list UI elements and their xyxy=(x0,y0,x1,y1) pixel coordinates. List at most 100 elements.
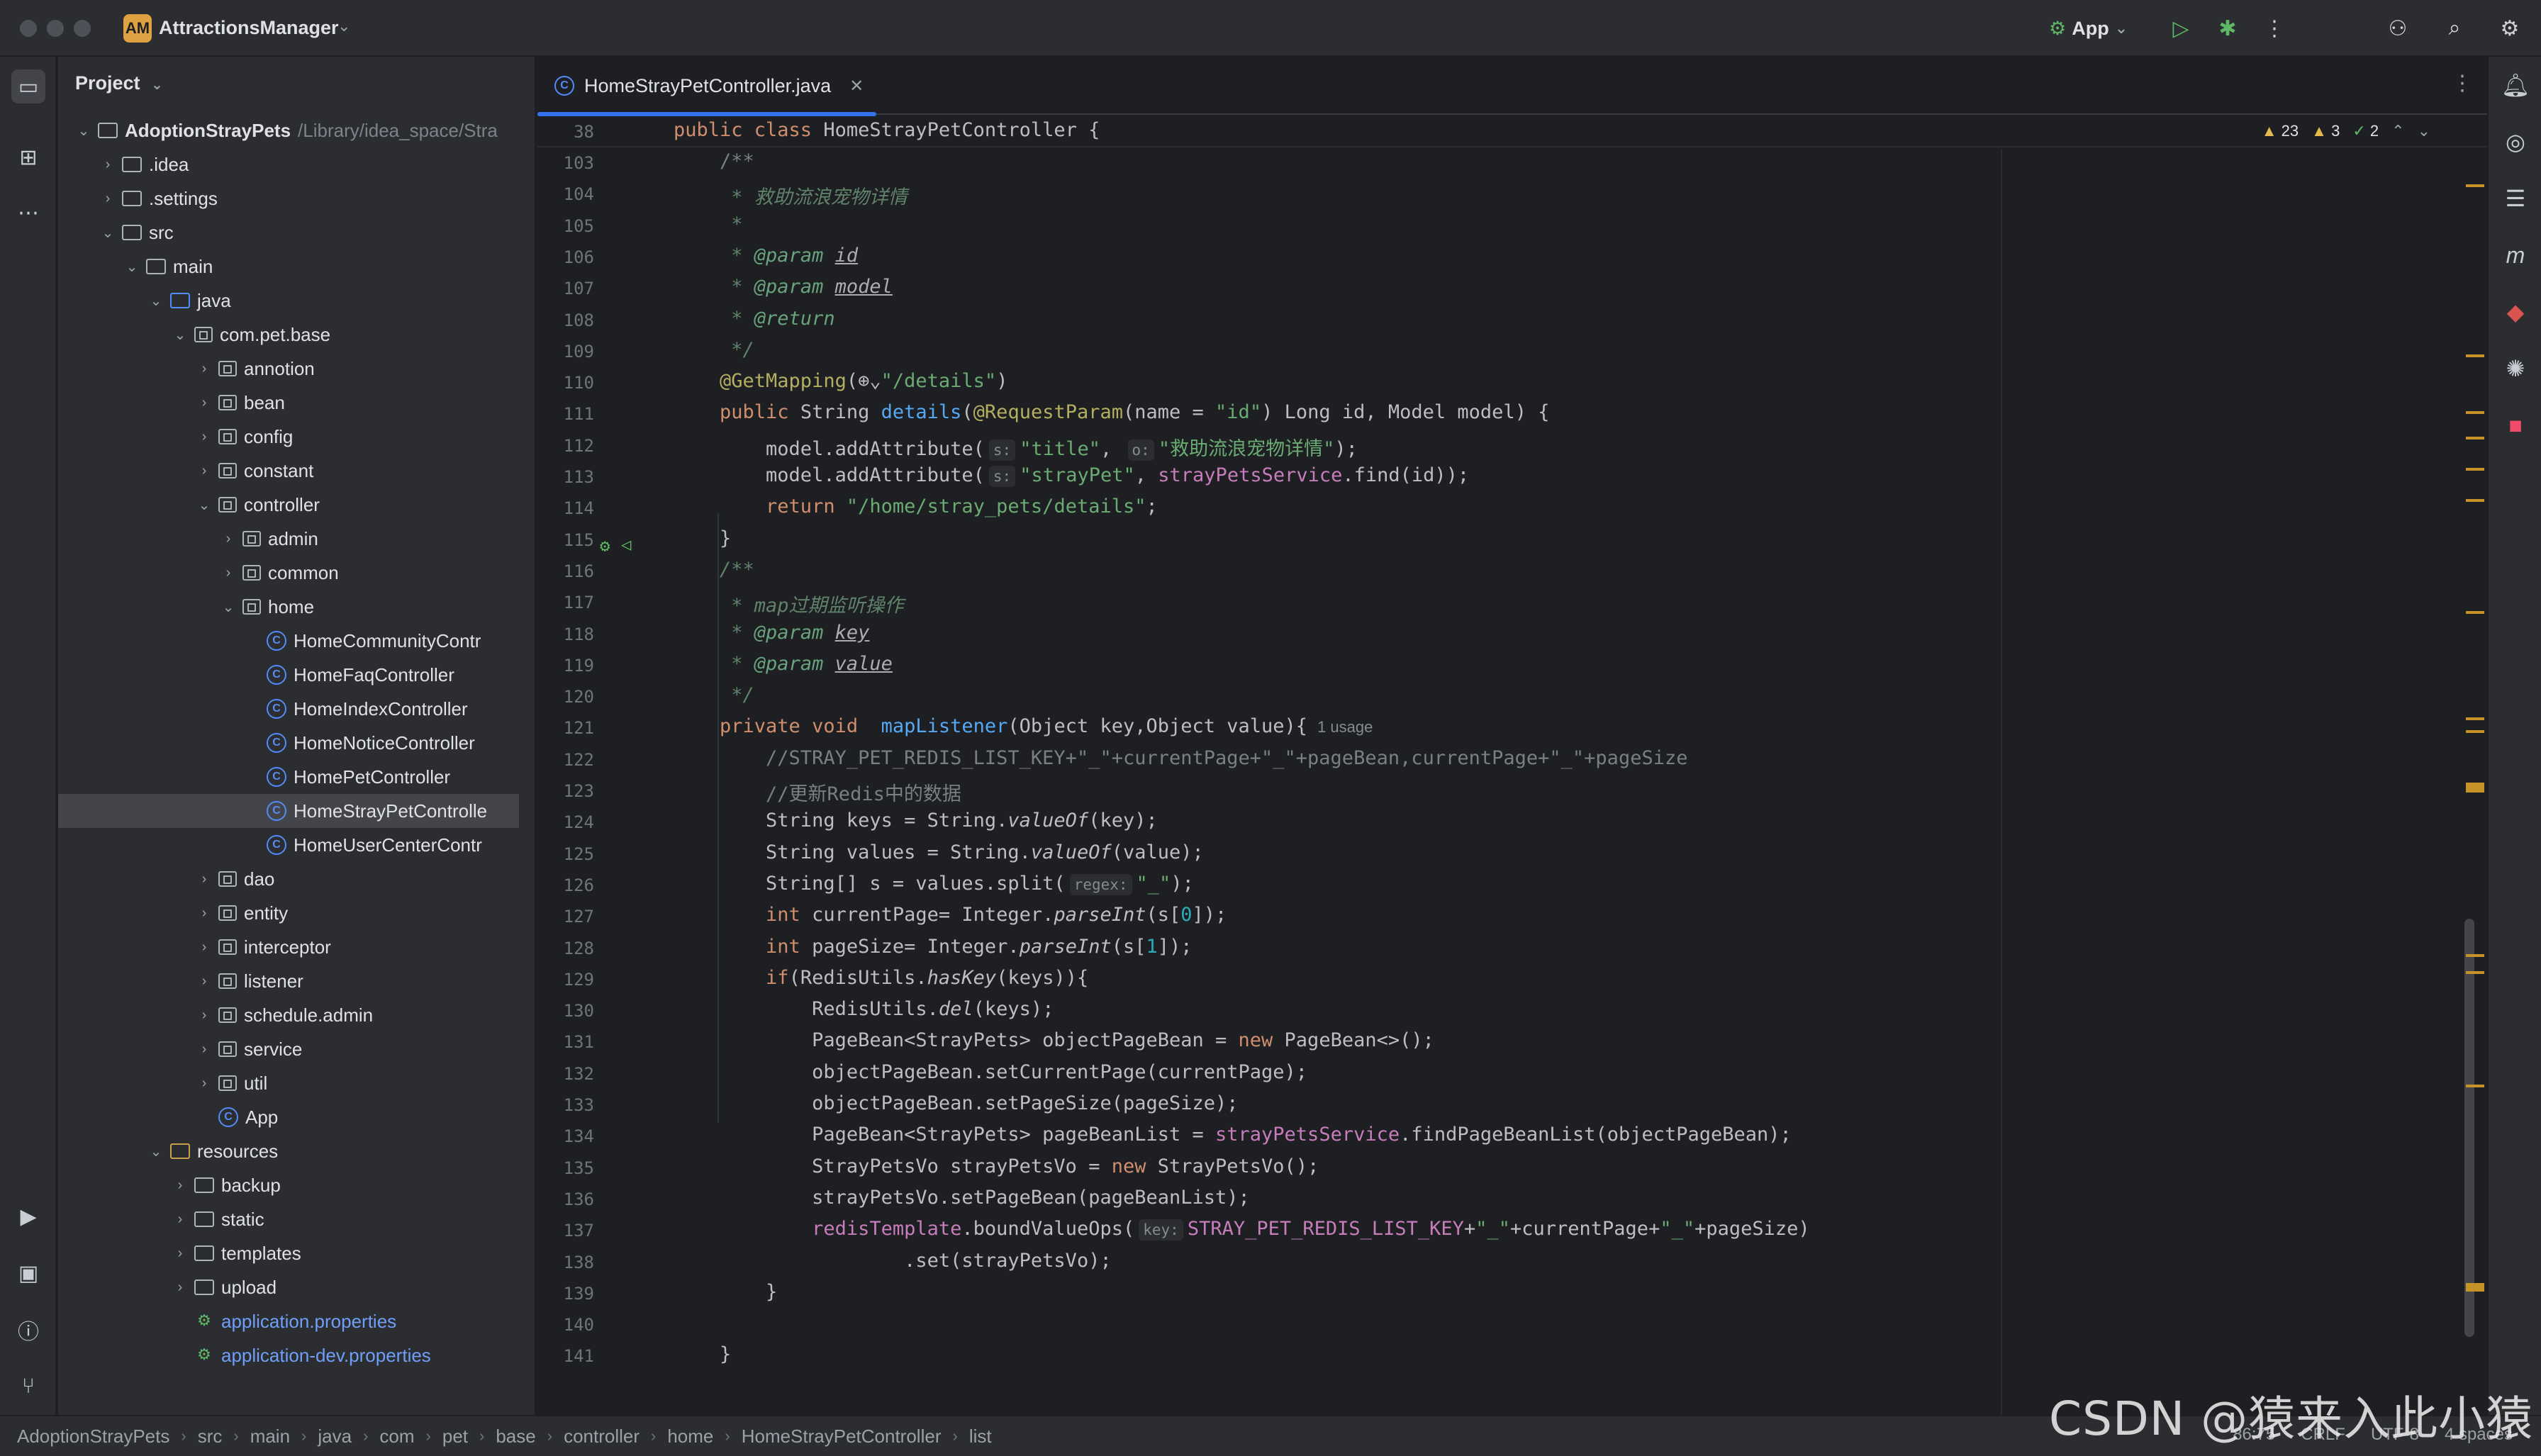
more-icon[interactable]: ⋮ xyxy=(2259,13,2290,44)
chevron-right-icon[interactable]: › xyxy=(220,565,237,581)
line-number[interactable]: 119 xyxy=(537,656,594,676)
code-line[interactable]: * @param value xyxy=(674,653,893,675)
line-number[interactable]: 138 xyxy=(537,1253,594,1272)
chevron-right-icon[interactable]: › xyxy=(196,905,213,922)
chevron-right-icon[interactable]: › xyxy=(196,939,213,956)
tree-item[interactable]: C HomeNoticeController xyxy=(58,726,519,760)
code-line[interactable]: * @return xyxy=(674,308,834,330)
run-configuration-selector[interactable]: ⚙ App ⌄ xyxy=(2049,14,2128,43)
chevron-down-icon[interactable]: ⌄ xyxy=(337,17,350,35)
line-number[interactable]: 139 xyxy=(537,1284,594,1304)
window-close-button[interactable] xyxy=(20,20,37,37)
chevron-down-icon[interactable]: ⌄ xyxy=(172,326,189,344)
line-number[interactable]: 124 xyxy=(537,812,594,832)
chevron-down-icon[interactable]: ⌄ xyxy=(99,224,116,242)
chevron-right-icon[interactable]: › xyxy=(196,871,213,887)
error-stripe-mark[interactable] xyxy=(2466,954,2484,957)
chevron-right-icon[interactable]: › xyxy=(196,429,213,445)
code-line[interactable]: //STRAY_PET_REDIS_LIST_KEY+"_"+currentPa… xyxy=(674,747,1687,769)
tree-item[interactable]: C HomeFaqController xyxy=(58,658,519,692)
code-line[interactable]: * @param key xyxy=(674,622,869,644)
line-number[interactable]: 122 xyxy=(537,750,594,770)
tree-item[interactable]: › bean xyxy=(58,386,519,420)
chevron-right-icon[interactable]: › xyxy=(196,395,213,411)
plugin-aperture-icon[interactable]: ✺ xyxy=(2498,352,2532,386)
tree-item[interactable]: › .settings xyxy=(58,181,519,215)
line-number[interactable]: 114 xyxy=(537,498,594,518)
chevron-right-icon[interactable]: › xyxy=(172,1177,189,1194)
code-line[interactable]: @GetMapping(⊕⌄"/details") xyxy=(674,370,1007,392)
tree-item[interactable]: › upload xyxy=(58,1270,519,1304)
tree-item[interactable]: C HomeStrayPetControlle xyxy=(58,794,519,828)
chevron-up-icon[interactable]: ⌃ xyxy=(2391,122,2404,140)
tree-item[interactable]: C HomeIndexController xyxy=(58,692,519,726)
tree-item[interactable]: › backup xyxy=(58,1168,519,1202)
tree-item[interactable]: C HomeCommunityContr xyxy=(58,624,519,658)
code-line[interactable]: */ xyxy=(674,684,754,706)
code-line[interactable]: * 救助流浪宠物详情 xyxy=(674,181,908,209)
line-number[interactable]: 137 xyxy=(537,1221,594,1241)
line-number[interactable]: 130 xyxy=(537,1001,594,1021)
tree-item[interactable]: › templates xyxy=(58,1236,519,1270)
code-line[interactable]: String[] s = values.split(regex: "_"); xyxy=(674,873,1194,895)
error-stripe-mark[interactable] xyxy=(2466,437,2484,439)
problems-icon[interactable]: ⓘ xyxy=(11,1313,45,1347)
chevron-right-icon[interactable]: › xyxy=(196,361,213,377)
tree-item[interactable]: C HomeUserCenterContr xyxy=(58,828,519,862)
code-line[interactable]: public String details(@RequestParam(name… xyxy=(674,401,1549,423)
line-number[interactable]: 109 xyxy=(537,342,594,362)
code-line[interactable]: if(RedisUtils.hasKey(keys)){ xyxy=(674,967,1088,989)
code-line[interactable]: } xyxy=(674,1343,731,1365)
line-number[interactable]: 127 xyxy=(537,907,594,926)
line-number[interactable]: 125 xyxy=(537,844,594,864)
code-line[interactable]: PageBean<StrayPets> objectPageBean = new… xyxy=(674,1029,1434,1051)
line-number[interactable]: 106 xyxy=(537,247,594,267)
chevron-down-icon[interactable]: ⌄ xyxy=(147,1143,164,1160)
line-number[interactable]: 128 xyxy=(537,939,594,958)
window-minimize-button[interactable] xyxy=(47,20,64,37)
chevron-right-icon[interactable]: › xyxy=(196,1041,213,1058)
chevron-right-icon[interactable]: › xyxy=(196,1007,213,1024)
breadcrumb-item[interactable]: src xyxy=(198,1426,223,1447)
line-number[interactable]: 129 xyxy=(537,970,594,990)
chevron-right-icon[interactable]: › xyxy=(172,1211,189,1228)
code-line[interactable]: * xyxy=(674,213,742,235)
code-line[interactable]: StrayPetsVo strayPetsVo = new StrayPetsV… xyxy=(674,1155,1319,1177)
chevron-down-icon[interactable]: ⌄ xyxy=(75,122,92,140)
tree-item[interactable]: ⌄ AdoptionStrayPets/Library/idea_space/St… xyxy=(58,113,519,147)
breadcrumb-item[interactable]: java xyxy=(318,1426,352,1447)
tree-item[interactable]: › dao xyxy=(58,862,519,896)
tree-item[interactable]: › service xyxy=(58,1032,519,1066)
sticky-header-line[interactable]: 38 public class HomeStrayPetController { xyxy=(537,116,2487,147)
tree-item[interactable]: ⚙ application.properties xyxy=(58,1304,519,1338)
line-number[interactable]: 136 xyxy=(537,1189,594,1209)
line-number[interactable]: 111 xyxy=(537,404,594,424)
code-line[interactable]: objectPageBean.setCurrentPage(currentPag… xyxy=(674,1061,1307,1083)
chevron-right-icon[interactable]: › xyxy=(196,973,213,990)
endpoint-icon[interactable]: ◁ xyxy=(621,534,631,554)
chevron-down-icon[interactable]: ⌄ xyxy=(2418,122,2430,140)
code-line[interactable]: return "/home/stray_pets/details"; xyxy=(674,495,1158,517)
line-number[interactable]: 133 xyxy=(537,1095,594,1115)
line-number[interactable]: 140 xyxy=(537,1315,594,1335)
line-number[interactable]: 123 xyxy=(537,781,594,801)
error-stripe-mark[interactable] xyxy=(2466,783,2484,793)
error-stripe-mark[interactable] xyxy=(2466,1283,2484,1292)
breadcrumb-item[interactable]: home xyxy=(667,1426,713,1447)
code-line[interactable]: } xyxy=(674,527,731,549)
line-number[interactable]: 112 xyxy=(537,436,594,456)
tree-item[interactable]: › util xyxy=(58,1066,519,1100)
line-number[interactable]: 116 xyxy=(537,561,594,581)
tree-item[interactable]: ⌄ src xyxy=(58,215,519,250)
line-number[interactable]: 135 xyxy=(537,1158,594,1178)
tree-item[interactable]: ⚙ application-dev.properties xyxy=(58,1338,519,1372)
code-line[interactable]: .set(strayPetsVo); xyxy=(674,1250,1112,1272)
code-line[interactable]: String values = String.valueOf(value); xyxy=(674,841,1204,863)
tree-item[interactable]: ⌄ java xyxy=(58,284,519,318)
search-icon[interactable]: ⌕ xyxy=(2439,13,2470,44)
window-zoom-button[interactable] xyxy=(74,20,91,37)
chevron-down-icon[interactable]: ⌄ xyxy=(123,258,140,276)
error-stripe-mark[interactable] xyxy=(2466,468,2484,471)
tree-item[interactable]: ⌄ resources xyxy=(58,1134,519,1168)
run-icon[interactable]: ▷ xyxy=(2165,13,2196,44)
